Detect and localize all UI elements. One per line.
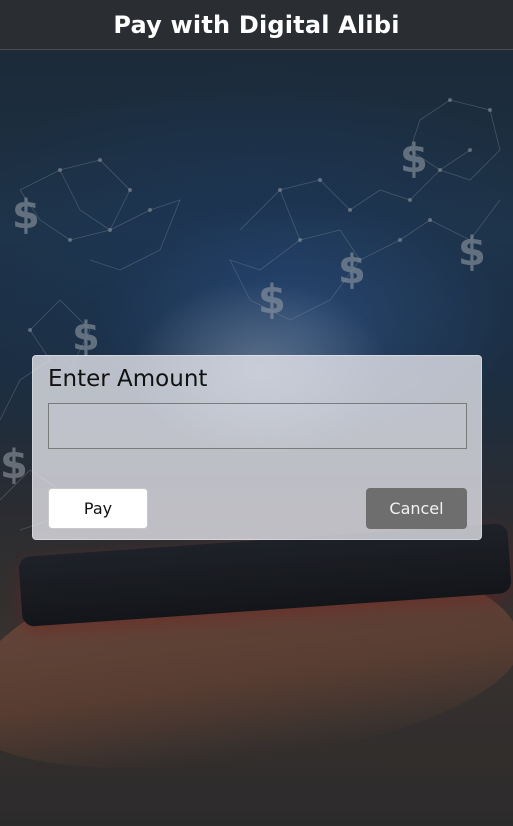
amount-input[interactable] (48, 403, 467, 449)
page-title: Pay with Digital Alibi (113, 10, 400, 39)
app-header: Pay with Digital Alibi (0, 0, 513, 50)
dialog-title: Enter Amount (48, 366, 208, 392)
amount-dialog: Enter Amount Pay Cancel (32, 355, 482, 540)
cancel-button[interactable]: Cancel (366, 488, 467, 529)
pay-button[interactable]: Pay (48, 488, 148, 529)
